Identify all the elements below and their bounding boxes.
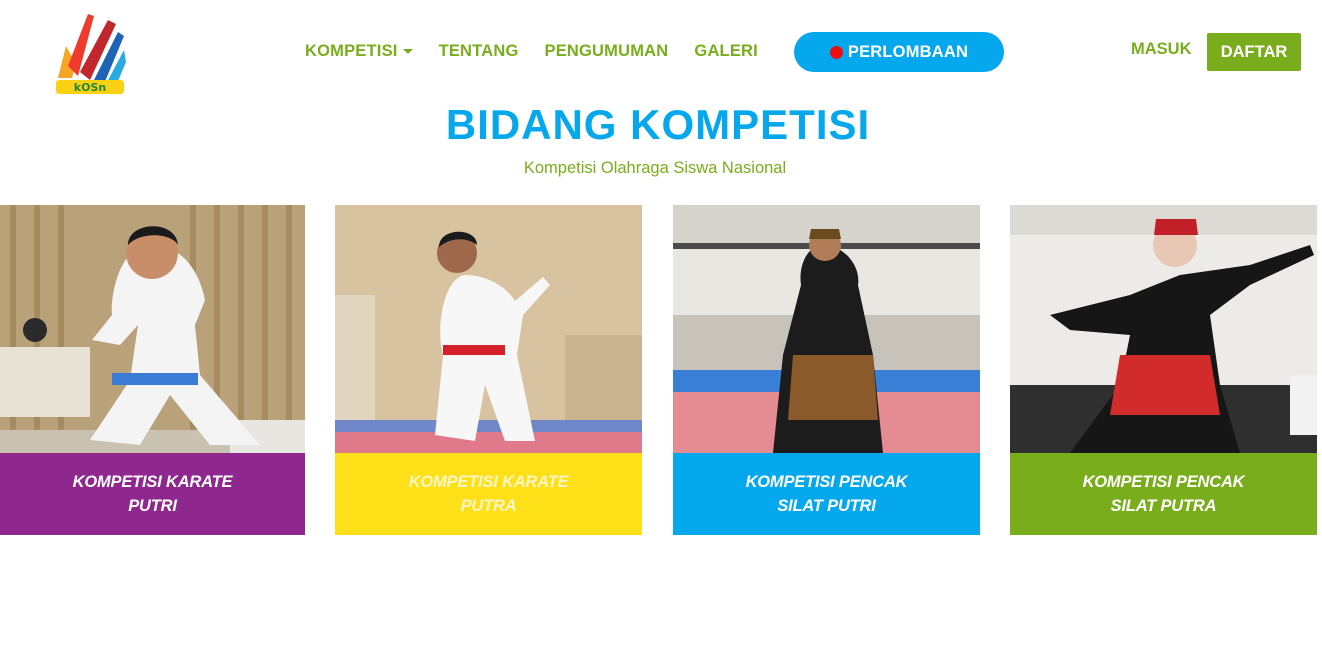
nav-kompetisi-label: KOMPETISI <box>305 41 398 60</box>
card-label-line2: SILAT PUTRI <box>777 497 876 515</box>
card-label-line2: PUTRA <box>460 497 517 515</box>
card-karate-putra[interactable]: KOMPETISI KARATE PUTRA <box>335 205 642 535</box>
pencak-silat-putra-photo <box>1010 205 1317 453</box>
karate-putri-photo <box>0 205 305 453</box>
pencak-silat-putri-photo <box>673 205 980 453</box>
card-pencak-silat-putri[interactable]: KOMPETISI PENCAK SILAT PUTRI <box>673 205 980 535</box>
login-link[interactable]: MASUK <box>1131 40 1192 59</box>
section-title: BIDANG KOMPETISI <box>445 101 871 148</box>
card-label-line1: KOMPETISI KARATE <box>408 473 569 491</box>
caret-down-icon <box>402 49 413 54</box>
card-label: KOMPETISI PENCAK SILAT PUTRA <box>1064 470 1264 518</box>
card-label-line2: SILAT PUTRA <box>1110 497 1217 515</box>
card-footer: KOMPETISI KARATE PUTRI <box>0 453 305 535</box>
karate-putra-photo <box>335 205 642 453</box>
card-footer: KOMPETISI KARATE PUTRA <box>335 453 642 535</box>
card-karate-putri[interactable]: KOMPETISI KARATE PUTRI <box>0 205 305 535</box>
nav-tentang[interactable]: TENTANG <box>439 42 519 61</box>
nav-kompetisi-dropdown[interactable]: KOMPETISI <box>305 42 413 61</box>
main-nav: KOMPETISI TENTANG PENGUMUMAN GALERI <box>305 40 758 62</box>
kosn-logo-icon[interactable]: kOSn <box>54 6 128 96</box>
card-pencak-silat-putra[interactable]: KOMPETISI PENCAK SILAT PUTRA <box>1010 205 1317 535</box>
nav-pengumuman[interactable]: PENGUMUMAN <box>544 42 668 61</box>
card-label: KOMPETISI PENCAK SILAT PUTRI <box>727 470 927 518</box>
section-subtitle: Kompetisi Olahraga Siswa Nasional <box>523 159 787 177</box>
perlombaan-label: PERLOMBAAN <box>847 42 969 61</box>
card-label-line1: KOMPETISI PENCAK <box>745 473 908 491</box>
card-label: KOMPETISI KARATE PUTRI <box>53 470 253 518</box>
card-label-line1: KOMPETISI KARATE <box>72 473 233 491</box>
nav-galeri[interactable]: GALERI <box>694 42 758 61</box>
card-footer: KOMPETISI PENCAK SILAT PUTRI <box>673 453 980 535</box>
live-dot-icon <box>829 45 843 59</box>
register-button[interactable]: DAFTAR <box>1207 33 1301 71</box>
card-footer: KOMPETISI PENCAK SILAT PUTRA <box>1010 453 1317 535</box>
page: kOSn KOMPETISI TENTANG PENGUMUMAN GALERI… <box>0 0 1322 665</box>
card-label: KOMPETISI KARATE PUTRA <box>389 470 589 518</box>
logo-wordmark: kOSn <box>74 81 106 94</box>
perlombaan-button[interactable]: PERLOMBAAN <box>794 32 1004 72</box>
card-label-line2: PUTRI <box>128 497 177 515</box>
card-label-line1: KOMPETISI PENCAK <box>1082 473 1245 491</box>
